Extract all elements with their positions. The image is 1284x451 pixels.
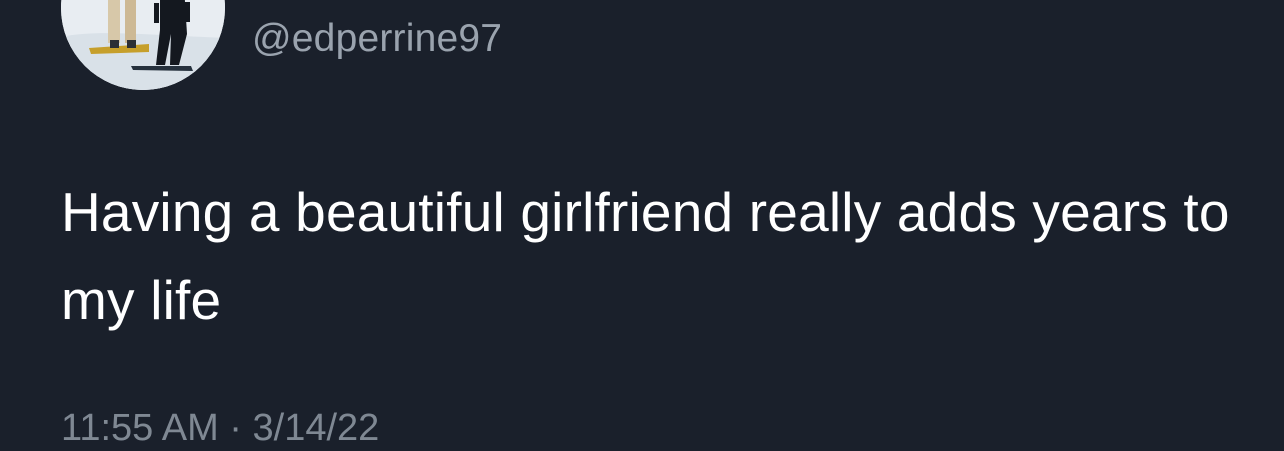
profile-photo-snowboarders-icon [61,0,225,90]
profile-avatar-image[interactable] [61,0,225,90]
author-handle[interactable]: @edperrine97 [252,16,502,62]
tweet-card: @edperrine97 Having a beautiful girlfrie… [0,0,1284,449]
tweet-body-text: Having a beautiful girlfriend really add… [61,181,1230,331]
tweet-timestamp[interactable]: 11:55 AM · 3/14/22 [61,405,379,451]
